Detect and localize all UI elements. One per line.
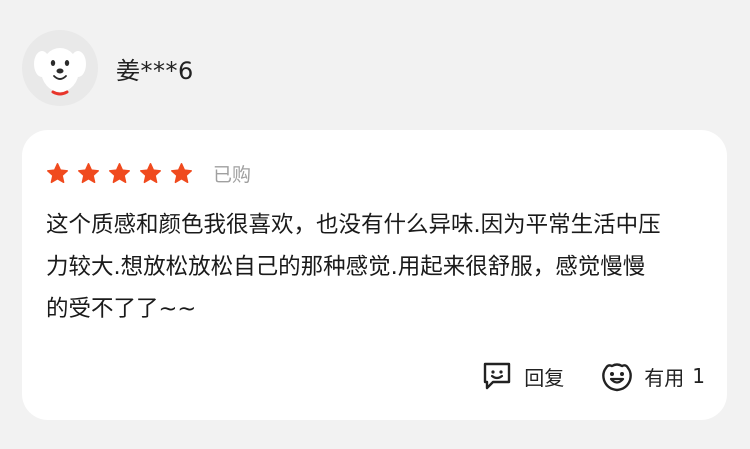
rating-row: 已购 bbox=[46, 158, 251, 188]
review-actions: 回复 有用 1 bbox=[480, 358, 705, 394]
purchased-badge: 已购 bbox=[213, 163, 252, 186]
helpful-label: 有用 bbox=[644, 365, 685, 390]
star-rating bbox=[46, 162, 201, 185]
helpful-count: 1 bbox=[692, 364, 705, 388]
review-card: 已购 这个质感和颜色我很喜欢，也没有什么异味.因为平常生活中压力较大.想放松放松… bbox=[22, 130, 727, 420]
dog-mascot-icon bbox=[34, 48, 86, 96]
star-icon bbox=[46, 162, 69, 185]
username: 姜***6 bbox=[116, 56, 194, 85]
star-icon bbox=[170, 162, 193, 185]
helpful-button[interactable]: 有用 1 bbox=[600, 359, 705, 393]
review-text: 这个质感和颜色我很喜欢，也没有什么异味.因为平常生活中压力较大.想放松放松自己的… bbox=[46, 212, 661, 322]
reply-label: 回复 bbox=[524, 365, 565, 390]
reply-button[interactable]: 回复 bbox=[480, 359, 564, 393]
star-icon bbox=[108, 162, 131, 185]
thumbs-up-face-icon bbox=[600, 359, 634, 393]
avatar[interactable] bbox=[22, 30, 98, 106]
comment-icon bbox=[480, 359, 514, 393]
star-icon bbox=[77, 162, 100, 185]
review-header: 姜***6 bbox=[22, 30, 194, 106]
star-icon bbox=[139, 162, 162, 185]
